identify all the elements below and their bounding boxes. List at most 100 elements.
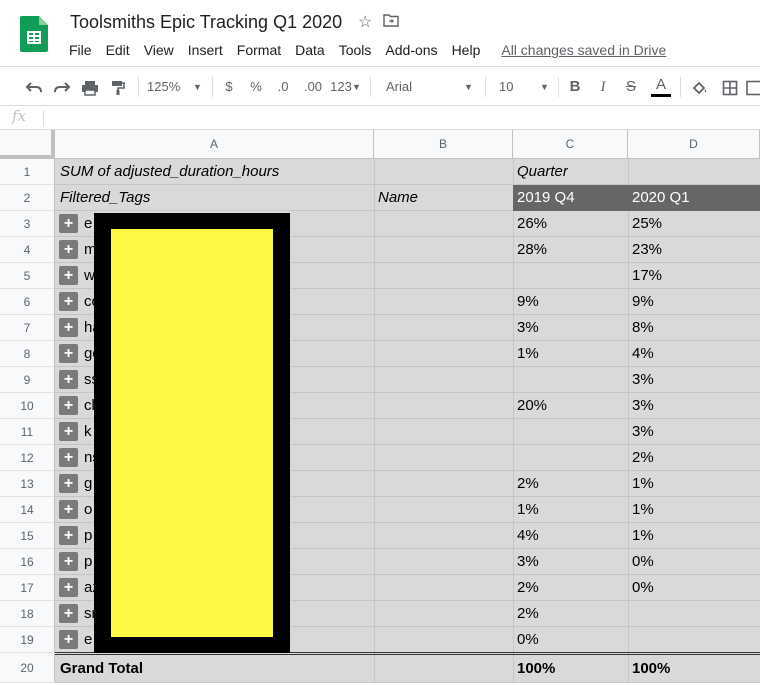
redo-icon[interactable]	[50, 75, 74, 99]
formula-input[interactable]	[52, 106, 752, 129]
expand-row-icon[interactable]: +	[59, 396, 78, 415]
undo-icon[interactable]	[22, 75, 46, 99]
expand-row-icon[interactable]: +	[59, 448, 78, 467]
value-2020-q1[interactable]: 1%	[632, 527, 654, 544]
value-2020-q1[interactable]: 1%	[632, 475, 654, 492]
save-status-link[interactable]: All changes saved in Drive	[494, 40, 673, 62]
tag-label[interactable]: g	[84, 475, 92, 492]
print-icon[interactable]	[78, 75, 102, 99]
quarter-header-2019-q4[interactable]: 2019 Q4	[517, 189, 575, 206]
menu-format[interactable]: Format	[230, 40, 288, 62]
more-formats-button[interactable]: 123	[329, 75, 353, 99]
value-2019-q4[interactable]: 9%	[517, 293, 539, 310]
value-2020-q1[interactable]: 23%	[632, 241, 662, 258]
value-2019-q4[interactable]: 2%	[517, 475, 539, 492]
expand-row-icon[interactable]: +	[59, 318, 78, 337]
row-header[interactable]: 18	[0, 601, 55, 627]
merge-cells-icon[interactable]	[746, 75, 760, 99]
value-2020-q1[interactable]: 17%	[632, 267, 662, 284]
tag-label[interactable]: k	[84, 423, 92, 440]
quarter-header-2020-q1[interactable]: 2020 Q1	[632, 189, 690, 206]
value-2019-q4[interactable]: 2%	[517, 579, 539, 596]
row-header[interactable]: 10	[0, 393, 55, 419]
value-2019-q4[interactable]: 20%	[517, 397, 547, 414]
sheets-logo-icon[interactable]	[20, 16, 48, 52]
tag-label[interactable]: o	[84, 501, 92, 518]
value-2020-q1[interactable]: 4%	[632, 345, 654, 362]
tag-label[interactable]: e	[84, 631, 92, 648]
menu-tools[interactable]: Tools	[332, 40, 379, 62]
strikethrough-button[interactable]: S	[622, 75, 640, 99]
expand-row-icon[interactable]: +	[59, 552, 78, 571]
value-2020-q1[interactable]: 3%	[632, 371, 654, 388]
expand-row-icon[interactable]: +	[59, 266, 78, 285]
value-2020-q1[interactable]: 8%	[632, 319, 654, 336]
pivot-quarter-label[interactable]: Quarter	[517, 163, 568, 180]
column-header-c[interactable]: C	[513, 130, 628, 159]
row-header[interactable]: 2	[0, 185, 55, 211]
expand-row-icon[interactable]: +	[59, 292, 78, 311]
expand-row-icon[interactable]: +	[59, 604, 78, 623]
pivot-row-field[interactable]: Filtered_Tags	[60, 189, 150, 206]
increase-decimal-button[interactable]: .00	[300, 75, 326, 99]
decrease-decimal-button[interactable]: .0	[272, 75, 294, 99]
value-2020-q1[interactable]: 3%	[632, 423, 654, 440]
row-header[interactable]: 6	[0, 289, 55, 315]
value-2019-q4[interactable]: 3%	[517, 553, 539, 570]
column-header-b[interactable]: B	[374, 130, 513, 159]
value-2020-q1[interactable]: 1%	[632, 501, 654, 518]
expand-row-icon[interactable]: +	[59, 526, 78, 545]
paint-format-icon[interactable]	[106, 75, 130, 99]
value-2019-q4[interactable]: 2%	[517, 605, 539, 622]
tag-label[interactable]: p	[84, 527, 92, 544]
menu-help[interactable]: Help	[445, 40, 488, 62]
grand-total-2020-q1[interactable]: 100%	[632, 660, 670, 677]
percent-format-button[interactable]: %	[247, 75, 265, 99]
zoom-select[interactable]: 125%	[147, 75, 187, 99]
row-header[interactable]: 17	[0, 575, 55, 601]
row-header[interactable]: 20	[0, 653, 55, 683]
fill-color-icon[interactable]	[689, 75, 711, 99]
value-2019-q4[interactable]: 4%	[517, 527, 539, 544]
move-folder-icon[interactable]	[383, 13, 399, 33]
value-2020-q1[interactable]: 3%	[632, 397, 654, 414]
star-icon[interactable]: ☆	[358, 13, 372, 33]
value-2019-q4[interactable]: 1%	[517, 345, 539, 362]
value-2019-q4[interactable]: 3%	[517, 319, 539, 336]
menu-file[interactable]: File	[62, 40, 99, 62]
expand-row-icon[interactable]: +	[59, 500, 78, 519]
menu-data[interactable]: Data	[288, 40, 332, 62]
expand-row-icon[interactable]: +	[59, 240, 78, 259]
font-family-select[interactable]: Arial	[386, 75, 456, 99]
column-header-a[interactable]: A	[55, 130, 374, 159]
row-header[interactable]: 16	[0, 549, 55, 575]
expand-row-icon[interactable]: +	[59, 370, 78, 389]
value-2019-q4[interactable]: 28%	[517, 241, 547, 258]
value-2020-q1[interactable]: 2%	[632, 449, 654, 466]
menu-add-ons[interactable]: Add-ons	[378, 40, 444, 62]
row-header[interactable]: 8	[0, 341, 55, 367]
expand-row-icon[interactable]: +	[59, 474, 78, 493]
font-size-select[interactable]: 10	[499, 75, 529, 99]
tag-label[interactable]: p	[84, 553, 92, 570]
grand-total-2019-q4[interactable]: 100%	[517, 660, 555, 677]
expand-row-icon[interactable]: +	[59, 344, 78, 363]
row-header[interactable]: 12	[0, 445, 55, 471]
row-header[interactable]: 4	[0, 237, 55, 263]
row-header[interactable]: 14	[0, 497, 55, 523]
menu-edit[interactable]: Edit	[99, 40, 137, 62]
row-header[interactable]: 5	[0, 263, 55, 289]
tag-label[interactable]: e	[84, 215, 92, 232]
expand-row-icon[interactable]: +	[59, 630, 78, 649]
row-header[interactable]: 3	[0, 211, 55, 237]
value-2020-q1[interactable]: 0%	[632, 553, 654, 570]
value-2020-q1[interactable]: 25%	[632, 215, 662, 232]
bold-button[interactable]: B	[566, 75, 584, 99]
expand-row-icon[interactable]: +	[59, 422, 78, 441]
row-header[interactable]: 1	[0, 159, 55, 185]
grand-total-label[interactable]: Grand Total	[60, 660, 143, 677]
select-all-corner[interactable]	[0, 130, 55, 159]
column-header-d[interactable]: D	[628, 130, 760, 159]
value-2019-q4[interactable]: 1%	[517, 501, 539, 518]
currency-format-button[interactable]: $	[220, 75, 238, 99]
